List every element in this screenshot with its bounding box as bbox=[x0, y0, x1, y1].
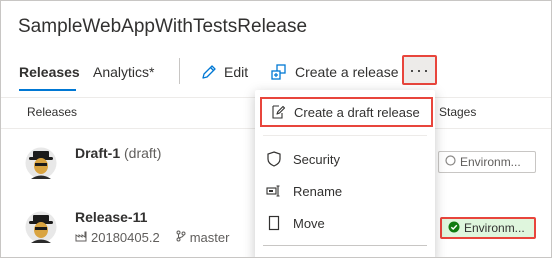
avatar bbox=[25, 209, 57, 243]
menu-divider bbox=[263, 245, 427, 246]
more-actions-menu: Create a draft release Security Rename M… bbox=[255, 90, 435, 257]
column-header-stages: Stages bbox=[439, 105, 477, 119]
rename-icon bbox=[255, 184, 293, 198]
menu-item-label: Create a draft release bbox=[294, 104, 420, 120]
branch-name: master bbox=[189, 230, 230, 245]
menu-item-label: Move bbox=[293, 215, 325, 231]
release-name: Draft-1 bbox=[75, 145, 121, 161]
menu-item-label: Rename bbox=[293, 183, 343, 199]
menu-item-move[interactable]: Move bbox=[255, 208, 435, 238]
release-row-release-11[interactable]: Release-11 bbox=[75, 209, 147, 225]
edit-button-label: Edit bbox=[224, 64, 249, 80]
build-icon bbox=[75, 230, 87, 245]
stage-label: Environm... bbox=[464, 221, 525, 235]
build-number: 20180405.2 bbox=[91, 230, 160, 245]
menu-divider bbox=[263, 135, 427, 136]
release-row-draft[interactable]: Draft-1 (draft) bbox=[75, 145, 161, 161]
release-name: Release-11 bbox=[75, 209, 148, 225]
create-release-button[interactable]: Create a release bbox=[270, 61, 399, 83]
tab-analytics[interactable]: Analytics* bbox=[93, 64, 154, 80]
toolbar-divider bbox=[179, 58, 180, 84]
column-header-releases: Releases bbox=[27, 105, 78, 119]
tab-releases[interactable]: Releases bbox=[19, 64, 80, 80]
draft-suffix: (draft) bbox=[124, 145, 162, 161]
menu-item-security[interactable]: Security bbox=[255, 144, 435, 174]
stage-badge-succeeded[interactable]: Environm... bbox=[440, 217, 536, 239]
menu-item-rename[interactable]: Rename bbox=[255, 176, 435, 206]
stage-badge-pending[interactable]: Environm... bbox=[438, 151, 536, 173]
edit-button[interactable]: Edit bbox=[201, 61, 248, 83]
create-release-label: Create a release bbox=[295, 64, 399, 80]
more-actions-button[interactable]: ··· bbox=[402, 55, 437, 85]
stage-label: Environm... bbox=[460, 155, 521, 169]
check-circle-icon bbox=[448, 221, 460, 236]
pending-circle-icon bbox=[445, 155, 456, 169]
active-tab-indicator bbox=[19, 89, 76, 91]
edit-draft-icon bbox=[262, 104, 294, 120]
branch-icon bbox=[176, 230, 186, 245]
create-release-icon bbox=[270, 63, 288, 81]
release-meta: 20180405.2 master bbox=[75, 230, 229, 245]
page-title: SampleWebAppWithTestsRelease bbox=[18, 16, 308, 37]
shield-icon bbox=[255, 151, 293, 167]
menu-item-create-draft-release[interactable]: Create a draft release bbox=[260, 97, 433, 127]
release-pipeline-panel: SampleWebAppWithTestsRelease Releases An… bbox=[0, 0, 552, 258]
menu-item-label: Security bbox=[293, 151, 340, 167]
move-icon bbox=[255, 215, 293, 231]
avatar bbox=[25, 145, 57, 179]
pencil-icon bbox=[201, 64, 217, 80]
more-icon: ··· bbox=[409, 59, 430, 80]
